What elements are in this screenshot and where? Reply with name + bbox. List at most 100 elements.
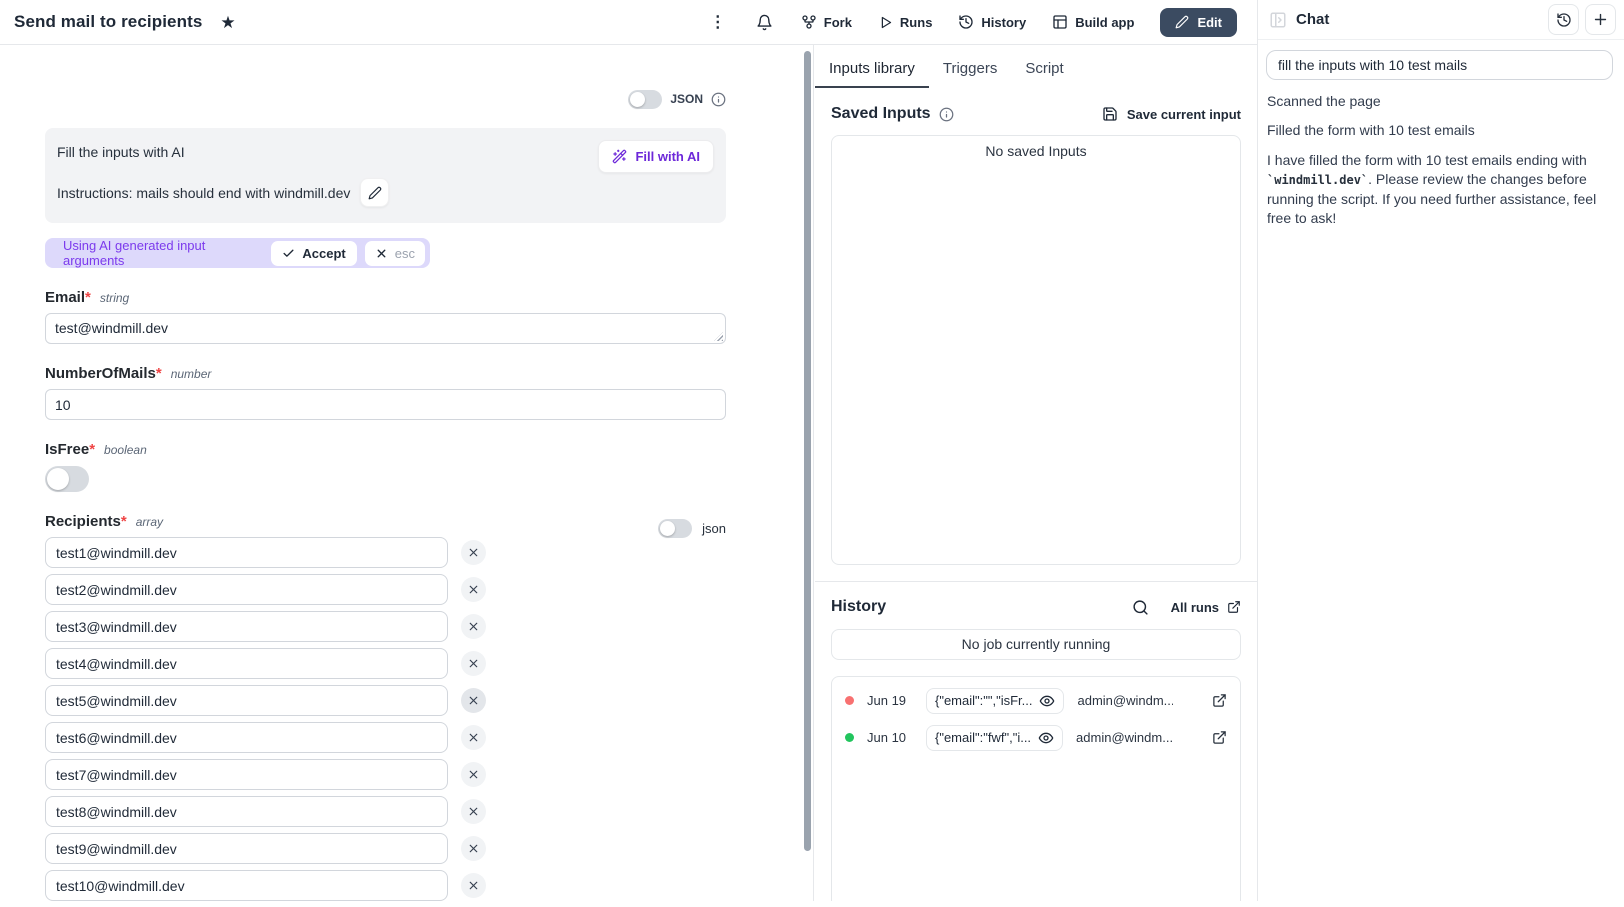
remove-recipient-button[interactable] bbox=[461, 873, 486, 898]
number-of-mails-field[interactable] bbox=[45, 389, 726, 420]
x-icon bbox=[467, 620, 480, 633]
tab-triggers[interactable]: Triggers bbox=[929, 54, 1011, 88]
notifications-button[interactable] bbox=[754, 12, 775, 33]
ai-generated-banner: Using AI generated input arguments Accep… bbox=[45, 238, 430, 268]
view-args-button[interactable] bbox=[1039, 693, 1055, 709]
recipient-input[interactable] bbox=[45, 611, 448, 642]
recipient-input[interactable] bbox=[45, 574, 448, 605]
is-free-label: IsFree* bbox=[45, 441, 95, 458]
edit-label: Edit bbox=[1197, 15, 1222, 30]
run-user: admin@windm... bbox=[1077, 693, 1173, 708]
build-app-button[interactable]: Build app bbox=[1052, 14, 1134, 30]
remove-recipient-button[interactable] bbox=[461, 725, 486, 750]
recipient-input[interactable] bbox=[45, 685, 448, 716]
eye-icon bbox=[1039, 693, 1055, 709]
open-run-button[interactable] bbox=[1212, 730, 1227, 745]
recipient-row bbox=[45, 870, 486, 901]
pencil-icon bbox=[1175, 15, 1189, 29]
x-icon bbox=[467, 657, 480, 670]
tab-script[interactable]: Script bbox=[1011, 54, 1077, 88]
history-title: History bbox=[831, 598, 886, 616]
runs-button[interactable]: Runs bbox=[878, 15, 933, 30]
scrollbar-thumb[interactable] bbox=[804, 51, 811, 851]
page-title: Send mail to recipients bbox=[14, 12, 202, 32]
x-icon bbox=[467, 768, 480, 781]
history-clock-icon bbox=[958, 14, 974, 30]
chat-history-button[interactable] bbox=[1548, 4, 1579, 35]
recipient-input[interactable] bbox=[45, 722, 448, 753]
remove-recipient-button[interactable] bbox=[461, 836, 486, 861]
run-row[interactable]: Jun 19 {"email":"","isFr... admin@windm.… bbox=[832, 682, 1240, 719]
is-free-toggle[interactable] bbox=[45, 466, 89, 492]
remove-recipient-button[interactable] bbox=[461, 651, 486, 676]
save-icon bbox=[1102, 106, 1118, 122]
x-icon bbox=[467, 731, 480, 744]
remove-recipient-button[interactable] bbox=[461, 540, 486, 565]
info-icon[interactable] bbox=[711, 92, 726, 107]
status-dot-failed bbox=[845, 696, 854, 705]
history-restore-icon bbox=[1556, 12, 1572, 28]
remove-recipient-button[interactable] bbox=[461, 688, 486, 713]
recipient-row bbox=[45, 833, 486, 864]
x-icon bbox=[467, 583, 480, 596]
close-icon bbox=[375, 247, 388, 260]
recipients-json-toggle[interactable] bbox=[658, 519, 692, 538]
favorite-star-icon[interactable]: ★ bbox=[220, 14, 235, 31]
remove-recipient-button[interactable] bbox=[461, 577, 486, 602]
chat-status-message: Filled the form with 10 test emails bbox=[1267, 122, 1610, 138]
esc-label: esc bbox=[395, 246, 415, 261]
inputs-library-panel: Inputs library Triggers Script Saved Inp… bbox=[815, 45, 1257, 901]
json-view-toggle[interactable] bbox=[628, 90, 662, 109]
recipient-row bbox=[45, 648, 486, 679]
recipients-json-label: json bbox=[702, 521, 726, 536]
run-args-pill[interactable]: {"email":"fwf","i... bbox=[926, 725, 1063, 751]
run-history-list: Jun 19 {"email":"","isFr... admin@windm.… bbox=[831, 676, 1241, 901]
run-row[interactable]: Jun 10 {"email":"fwf","i... admin@windm.… bbox=[832, 719, 1240, 756]
recipient-input[interactable] bbox=[45, 759, 448, 790]
all-runs-button[interactable]: All runs bbox=[1171, 600, 1241, 615]
new-chat-button[interactable] bbox=[1585, 4, 1616, 35]
saved-inputs-title: Saved Inputs bbox=[831, 105, 931, 123]
more-options-button[interactable]: ⋮ bbox=[708, 10, 728, 34]
external-link-icon bbox=[1212, 693, 1227, 708]
dismiss-esc-button[interactable]: esc bbox=[365, 241, 425, 266]
recipient-input[interactable] bbox=[45, 870, 448, 901]
run-args-pill[interactable]: {"email":"","isFr... bbox=[926, 688, 1064, 714]
save-current-input-button[interactable]: Save current input bbox=[1102, 106, 1241, 122]
accept-button[interactable]: Accept bbox=[271, 241, 356, 266]
search-runs-button[interactable] bbox=[1132, 599, 1149, 616]
view-args-button[interactable] bbox=[1038, 730, 1054, 746]
recipient-input[interactable] bbox=[45, 796, 448, 827]
accept-label: Accept bbox=[302, 246, 345, 261]
recipient-input[interactable] bbox=[45, 648, 448, 679]
email-field[interactable]: test@windmill.dev bbox=[45, 313, 726, 344]
remove-recipient-button[interactable] bbox=[461, 762, 486, 787]
remove-recipient-button[interactable] bbox=[461, 614, 486, 639]
is-free-field-group: IsFree* boolean bbox=[45, 441, 726, 492]
panel-collapse-icon[interactable] bbox=[1269, 11, 1287, 29]
external-link-icon bbox=[1227, 600, 1241, 614]
edit-instructions-button[interactable] bbox=[360, 178, 389, 207]
remove-recipient-button[interactable] bbox=[461, 799, 486, 824]
fill-with-ai-box: Fill the inputs with AI Fill with AI Ins… bbox=[45, 128, 726, 223]
recipient-input[interactable] bbox=[45, 833, 448, 864]
info-icon[interactable] bbox=[939, 107, 954, 122]
recipients-list bbox=[45, 537, 486, 901]
run-date: Jun 10 bbox=[867, 730, 914, 745]
wand-icon bbox=[612, 149, 627, 164]
history-button[interactable]: History bbox=[958, 14, 1026, 30]
chat-message-input[interactable] bbox=[1266, 50, 1613, 80]
no-saved-inputs-text: No saved Inputs bbox=[985, 143, 1086, 159]
fork-button[interactable]: Fork bbox=[801, 14, 852, 30]
open-run-button[interactable] bbox=[1212, 693, 1227, 708]
recipient-row bbox=[45, 722, 486, 753]
recipient-input[interactable] bbox=[45, 537, 448, 568]
tab-inputs-library[interactable]: Inputs library bbox=[815, 54, 929, 88]
fill-with-ai-label: Fill with AI bbox=[635, 149, 700, 164]
check-icon bbox=[282, 247, 295, 260]
edit-button[interactable]: Edit bbox=[1160, 8, 1237, 37]
history-label: History bbox=[981, 15, 1026, 30]
fill-with-ai-button[interactable]: Fill with AI bbox=[598, 140, 714, 173]
section-divider bbox=[815, 581, 1257, 582]
ai-instructions-text: Instructions: mails should end with wind… bbox=[57, 185, 350, 201]
